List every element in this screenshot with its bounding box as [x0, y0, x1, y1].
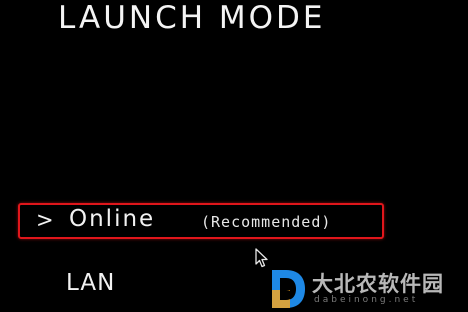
- watermark-logo-icon: [272, 270, 305, 308]
- screen-title: LAUNCH MODE: [58, 0, 326, 36]
- mouse-cursor-icon: [255, 248, 268, 268]
- selection-chevron-icon: >: [36, 208, 54, 232]
- option-online-note: (Recommended): [201, 213, 332, 231]
- watermark-domain: dabeinong.net: [314, 295, 419, 305]
- option-lan[interactable]: LAN: [66, 270, 115, 296]
- watermark-name: 大北农软件园: [312, 272, 444, 296]
- option-online[interactable]: > Online (Recommended): [18, 203, 384, 239]
- option-online-label: Online: [69, 206, 156, 232]
- watermark: 大北农软件园 dabeinong.net: [268, 266, 468, 312]
